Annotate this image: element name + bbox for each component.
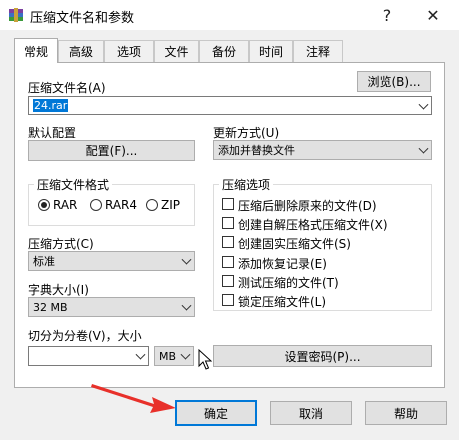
chevron-down-icon — [180, 349, 191, 360]
checkbox-solid-label: 创建固实压缩文件(S) — [238, 237, 351, 251]
window-title: 压缩文件名和参数 — [30, 11, 135, 26]
update-mode-label: 更新方式(U) — [213, 126, 280, 140]
checkbox-recovery-label: 添加恢复记录(E) — [238, 257, 327, 271]
checkbox-sfx-label: 创建自解压格式压缩文件(X) — [238, 218, 388, 232]
mouse-cursor-icon — [198, 349, 212, 370]
help-button[interactable]: 帮助 — [365, 401, 447, 425]
checkbox-lock-label: 锁定压缩文件(L) — [238, 295, 327, 309]
chevron-down-icon — [135, 349, 146, 360]
red-arrow-annotation — [91, 384, 176, 413]
split-label: 切分为分卷(V)，大小 — [28, 329, 142, 343]
close-button[interactable]: ✕ — [413, 0, 453, 30]
chevron-down-icon — [181, 300, 192, 311]
archive-name-label: 压缩文件名(A) — [28, 81, 106, 95]
split-unit-value: MB — [159, 349, 177, 363]
set-password-button[interactable]: 设置密码(P)... — [213, 345, 432, 367]
tab-files[interactable]: 文件 — [154, 40, 199, 62]
format-group-title: 压缩文件格式 — [34, 176, 113, 193]
radio-rar4[interactable] — [90, 199, 102, 211]
checkbox-solid[interactable] — [222, 236, 234, 248]
split-unit-select[interactable]: MB — [154, 346, 194, 366]
chevron-down-icon — [181, 254, 192, 265]
checkbox-test-label: 测试压缩的文件(T) — [238, 276, 339, 290]
archive-name-combo[interactable]: 24.rar — [28, 96, 432, 115]
profile-button[interactable]: 配置(F)... — [28, 140, 195, 161]
archive-name-value: 24.rar — [33, 99, 69, 112]
chevron-down-icon — [418, 143, 429, 154]
update-mode-value: 添加并替换文件 — [218, 144, 295, 157]
radio-rar[interactable] — [38, 199, 50, 211]
profile-label: 默认配置 — [28, 126, 77, 140]
close-icon: ✕ — [426, 5, 440, 25]
checkbox-delete-after-label: 压缩后删除原来的文件(D) — [238, 199, 377, 213]
ok-button[interactable]: 确定 — [175, 400, 257, 426]
checkbox-test[interactable] — [222, 275, 234, 287]
tab-options[interactable]: 选项 — [104, 40, 154, 62]
dictionary-label: 字典大小(I) — [28, 283, 89, 297]
dictionary-value: 32 MB — [33, 300, 68, 314]
options-group-title: 压缩选项 — [219, 176, 274, 193]
tab-strip: 常规 高级 选项 文件 备份 时间 注释 — [0, 38, 459, 63]
browse-button[interactable]: 浏览(B)... — [357, 71, 431, 92]
update-mode-select[interactable]: 添加并替换文件 — [213, 140, 432, 160]
chevron-down-icon — [418, 99, 429, 110]
tab-backup[interactable]: 备份 — [199, 40, 249, 62]
radio-rar-label: RAR — [53, 198, 78, 212]
method-label: 压缩方式(C) — [28, 237, 94, 251]
cancel-button[interactable]: 取消 — [270, 401, 352, 425]
method-select[interactable]: 标准 — [28, 251, 195, 271]
tab-general[interactable]: 常规 — [14, 38, 58, 63]
tab-comment[interactable]: 注释 — [293, 40, 343, 62]
checkbox-delete-after[interactable] — [222, 198, 234, 210]
radio-zip-label: ZIP — [161, 198, 180, 212]
checkbox-recovery[interactable] — [222, 256, 234, 268]
radio-zip[interactable] — [146, 199, 158, 211]
method-value: 标准 — [33, 255, 55, 268]
dictionary-select[interactable]: 32 MB — [28, 297, 195, 317]
checkbox-sfx[interactable] — [222, 217, 234, 229]
radio-rar4-label: RAR4 — [105, 198, 138, 212]
split-size-combo[interactable] — [28, 346, 149, 366]
checkbox-lock[interactable] — [222, 294, 234, 306]
tab-time[interactable]: 时间 — [249, 40, 293, 62]
tab-advanced[interactable]: 高级 — [58, 40, 104, 62]
winrar-app-icon — [9, 8, 23, 22]
help-title-button[interactable]: ? — [367, 0, 407, 30]
